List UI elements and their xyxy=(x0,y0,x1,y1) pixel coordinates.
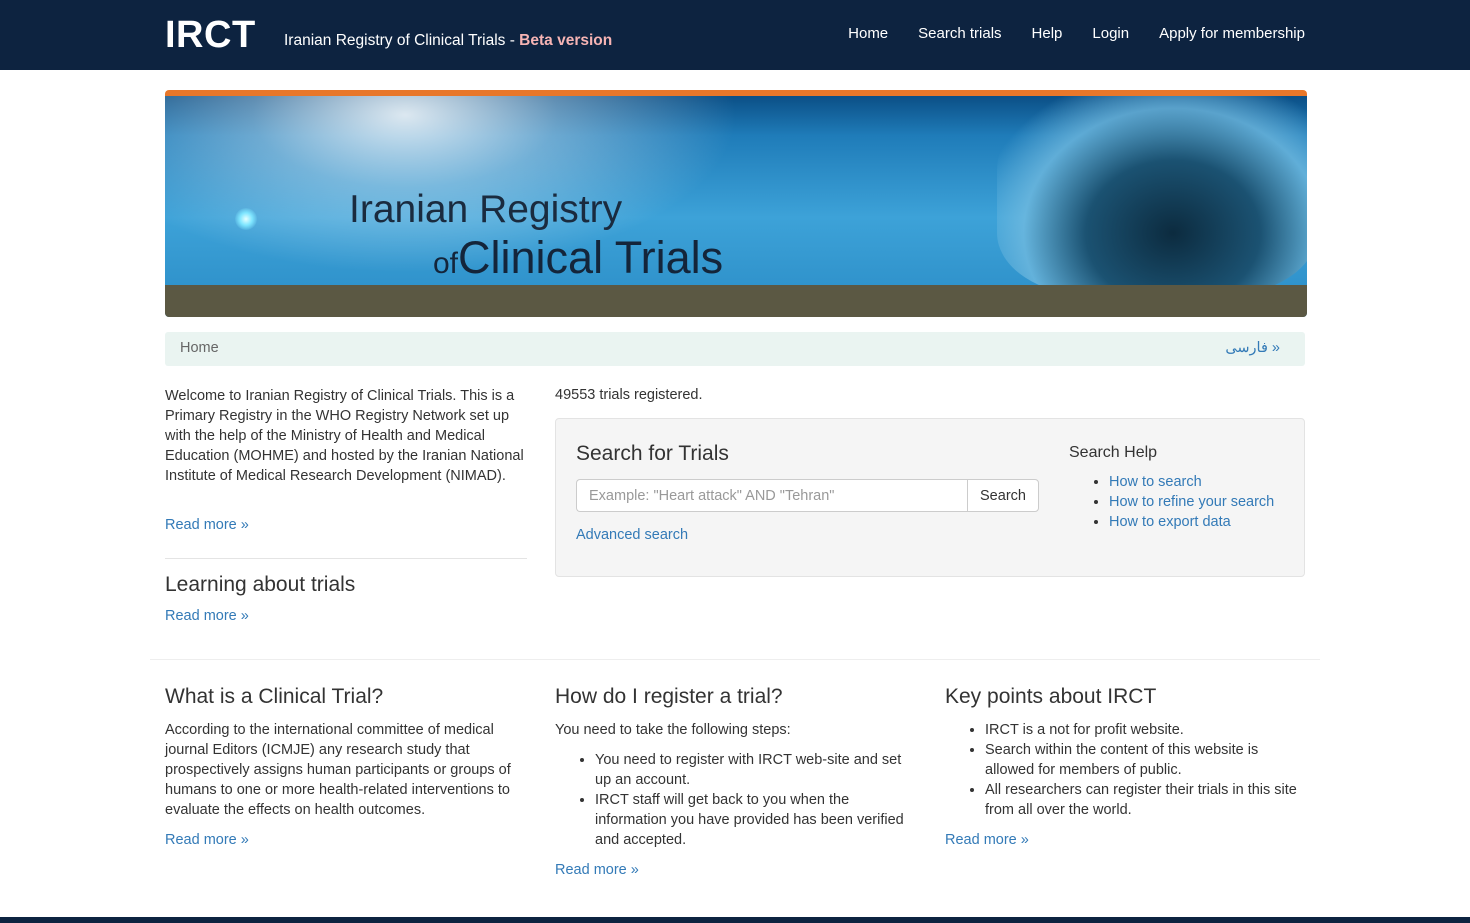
clinical-trial-title: What is a Clinical Trial? xyxy=(165,685,384,708)
list-item: IRCT staff will get back to you when the… xyxy=(595,790,917,850)
nav-apply-membership[interactable]: Apply for membership xyxy=(1159,25,1305,42)
list-item: You need to register with IRCT web-site … xyxy=(595,750,917,790)
key-points-read-more-link[interactable]: Read more » xyxy=(945,830,1307,850)
learning-read-more-link[interactable]: Read more » xyxy=(165,608,249,624)
how-to-search-link[interactable]: How to search xyxy=(1109,474,1202,490)
register-read-more-link[interactable]: Read more » xyxy=(555,860,917,880)
register-title: How do I register a trial? xyxy=(555,685,783,708)
hero-banner: Iranian Registry ofClinical Trials xyxy=(165,90,1307,317)
list-item: How to refine your search xyxy=(1109,492,1274,512)
nav-home[interactable]: Home xyxy=(848,25,888,42)
register-steps: You need to register with IRCT web-site … xyxy=(555,750,917,850)
breadcrumb-home: Home xyxy=(180,340,219,356)
beta-label: Beta version xyxy=(519,32,613,49)
search-title: Search for Trials xyxy=(576,442,729,465)
how-to-refine-link[interactable]: How to refine your search xyxy=(1109,494,1274,510)
register-intro: You need to take the following steps: xyxy=(555,722,791,738)
register-section: How do I register a trial? You need to t… xyxy=(555,684,917,880)
clinical-trial-section: What is a Clinical Trial? According to t… xyxy=(165,684,527,850)
search-panel: Search for Trials Search Advanced search… xyxy=(555,418,1305,577)
search-help-title: Search Help xyxy=(1069,444,1158,461)
learning-title: Learning about trials xyxy=(165,573,356,596)
nav-help[interactable]: Help xyxy=(1032,25,1063,42)
welcome-read-more-link[interactable]: Read more » xyxy=(165,517,249,533)
welcome-text: Welcome to Iranian Registry of Clinical … xyxy=(165,388,524,484)
language-switch-link[interactable]: « فارسی xyxy=(1225,340,1280,356)
main-nav: Home Search trials Help Login Apply for … xyxy=(848,25,1305,42)
tagline-text: Iranian Registry of Clinical Trials - xyxy=(284,32,515,49)
list-item: How to export data xyxy=(1109,512,1274,532)
how-to-export-link[interactable]: How to export data xyxy=(1109,514,1231,530)
trial-count: 49553 trials registered. xyxy=(555,387,703,403)
banner-bottom-strip xyxy=(165,285,1307,317)
nav-search-trials[interactable]: Search trials xyxy=(918,25,1001,42)
banner-title-clinical: Clinical Trials xyxy=(458,232,724,283)
clinical-trial-text: According to the international committee… xyxy=(165,722,511,818)
list-item: All researchers can register their trial… xyxy=(985,780,1307,820)
site-tagline: Iranian Registry of Clinical Trials - Be… xyxy=(284,32,612,50)
key-points-list: IRCT is a not for profit website. Search… xyxy=(945,720,1307,820)
advanced-search-link[interactable]: Advanced search xyxy=(576,527,688,543)
banner-glow xyxy=(235,208,257,230)
search-button[interactable]: Search xyxy=(967,479,1039,512)
list-item: How to search xyxy=(1109,472,1274,492)
flask-image xyxy=(997,96,1307,296)
list-item: Search within the content of this websit… xyxy=(985,740,1307,780)
banner-title-line1: Iranian Registry xyxy=(349,188,623,231)
clinical-trial-read-more-link[interactable]: Read more » xyxy=(165,830,527,850)
search-input[interactable] xyxy=(576,479,968,512)
nav-login[interactable]: Login xyxy=(1092,25,1129,42)
key-points-section: Key points about IRCT IRCT is a not for … xyxy=(945,684,1307,850)
footer-bar xyxy=(0,917,1470,923)
banner-title-line2: ofClinical Trials xyxy=(433,232,723,284)
section-divider xyxy=(150,659,1320,660)
brand-logo[interactable]: IRCT xyxy=(165,14,256,57)
search-help-list: How to search How to refine your search … xyxy=(1109,472,1274,532)
divider xyxy=(165,558,527,559)
breadcrumb: Home « فارسی xyxy=(165,332,1305,366)
top-navbar: IRCT Iranian Registry of Clinical Trials… xyxy=(0,0,1470,70)
list-item: IRCT is a not for profit website. xyxy=(985,720,1307,740)
banner-title-of: of xyxy=(433,247,459,280)
key-points-title: Key points about IRCT xyxy=(945,685,1157,708)
